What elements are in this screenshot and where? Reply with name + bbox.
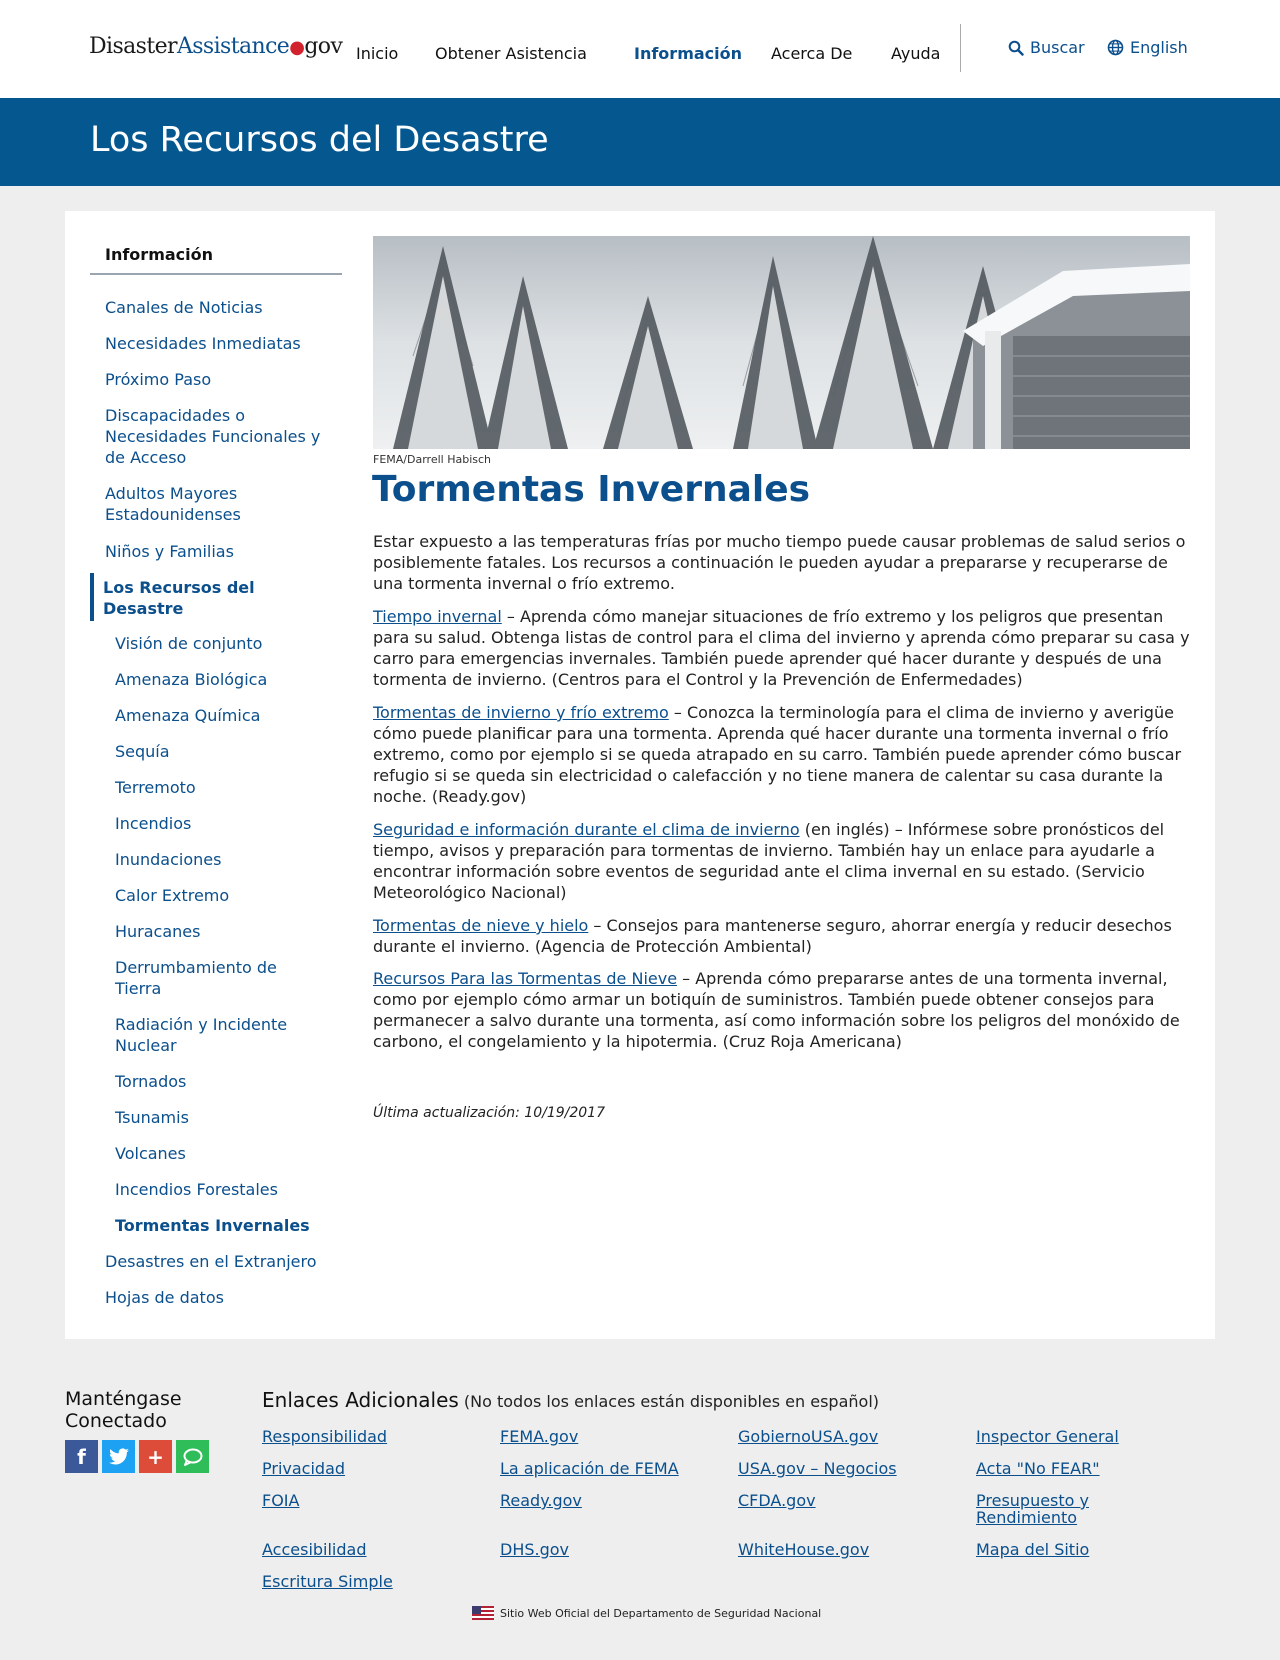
nav-obtener-asistencia[interactable]: Obtener Asistencia — [435, 44, 587, 63]
search-button[interactable]: Buscar — [1008, 38, 1085, 57]
sidebar-subitem-calor-extremo[interactable]: Calor Extremo — [115, 885, 345, 906]
logo-assistance: Assistance — [176, 34, 290, 59]
footer-link[interactable]: Accesibilidad — [262, 1541, 422, 1558]
resource-paragraph: Recursos Para las Tormentas de Nieve – A… — [373, 968, 1193, 1052]
facebook-icon[interactable]: f — [65, 1440, 98, 1473]
footer-link[interactable]: Mapa del Sitio — [976, 1541, 1136, 1558]
sidebar-subitem-tormentas-invernales[interactable]: Tormentas Invernales — [115, 1215, 345, 1236]
sidebar-item-canales-de-noticias[interactable]: Canales de Noticias — [105, 297, 335, 318]
footer-link[interactable]: FEMA.gov — [500, 1428, 660, 1445]
footer-link[interactable]: DHS.gov — [500, 1541, 660, 1558]
footer-link[interactable]: Privacidad — [262, 1460, 422, 1477]
chat-icon[interactable] — [176, 1440, 209, 1473]
footer-link[interactable]: GobiernoUSA.gov — [738, 1428, 898, 1445]
plus-icon[interactable]: + — [139, 1440, 172, 1473]
resource-paragraph: Tormentas de invierno y frío extremo – C… — [373, 702, 1193, 807]
footer-link[interactable]: Escritura Simple — [262, 1573, 422, 1590]
resource-paragraph: Tormentas de nieve y hielo – Consejos pa… — [373, 915, 1193, 957]
logo-dot: ● — [289, 37, 305, 58]
footer-link[interactable]: Ready.gov — [500, 1492, 660, 1509]
footer-links-title: Enlaces Adicionales — [262, 1388, 459, 1412]
resource-link[interactable]: Recursos Para las Tormentas de Nieve — [373, 969, 677, 988]
sidebar-item-recursos-del-desastre[interactable]: Los Recursos del Desastre — [103, 577, 333, 619]
banner-title: Los Recursos del Desastre — [90, 120, 549, 160]
resource-paragraph: Tiempo invernal – Aprenda cómo manejar s… — [373, 606, 1193, 690]
official-site-notice: Sitio Web Oficial del Departamento de Se… — [472, 1606, 821, 1620]
nav-inicio[interactable]: Inicio — [356, 44, 398, 63]
sidebar-subitem-amenaza-biologica[interactable]: Amenaza Biológica — [115, 669, 345, 690]
nav-divider — [960, 24, 961, 72]
language-toggle[interactable]: English — [1107, 38, 1188, 57]
sidebar-subitem-inundaciones[interactable]: Inundaciones — [115, 849, 345, 870]
footer-links-note: (No todos los enlaces están disponibles … — [463, 1392, 880, 1411]
sidebar-item-discapacidades[interactable]: Discapacidades o Necesidades Funcionales… — [105, 405, 335, 468]
main-card: Información Canales de Noticias Necesida… — [65, 211, 1215, 1339]
sidebar-subitem-vision-de-conjunto[interactable]: Visión de conjunto — [115, 633, 345, 654]
nav-acerca-de[interactable]: Acerca De — [771, 44, 852, 63]
sidebar-item-necesidades-inmediatas[interactable]: Necesidades Inmediatas — [105, 333, 335, 354]
sidebar-subitem-terremoto[interactable]: Terremoto — [115, 777, 345, 798]
globe-icon — [1107, 39, 1124, 56]
intro-paragraph: Estar expuesto a las temperaturas frías … — [373, 532, 1186, 593]
resource-link[interactable]: Seguridad e información durante el clima… — [373, 820, 800, 839]
site-logo[interactable]: DisasterAssistance●gov — [89, 34, 343, 59]
sidebar-subitem-derrumbamiento[interactable]: Derrumbamiento de Tierra — [115, 957, 315, 999]
image-credit: FEMA/Darrell Habisch — [373, 453, 491, 466]
footer-link[interactable]: Responsibilidad — [262, 1428, 422, 1445]
footer-link[interactable]: Presupuesto y Rendimiento — [976, 1492, 1116, 1526]
resource-link[interactable]: Tormentas de nieve y hielo — [373, 916, 588, 935]
page-title: Tormentas Invernales — [372, 469, 811, 510]
footer-connect-title: Manténgase Conectado — [65, 1388, 182, 1432]
footer-link[interactable]: CFDA.gov — [738, 1492, 898, 1509]
sidebar-subitem-incendios-forestales[interactable]: Incendios Forestales — [115, 1179, 345, 1200]
resource-paragraph: Seguridad e información durante el clima… — [373, 819, 1193, 903]
footer-link[interactable]: FOIA — [262, 1492, 422, 1509]
search-label: Buscar — [1030, 38, 1085, 57]
official-site-text: Sitio Web Oficial del Departamento de Se… — [500, 1606, 822, 1620]
resource-link[interactable]: Tiempo invernal — [373, 607, 502, 626]
sidebar-divider — [90, 273, 342, 275]
footer-link[interactable]: WhiteHouse.gov — [738, 1541, 898, 1558]
footer-link[interactable]: La aplicación de FEMA — [500, 1460, 700, 1477]
search-icon — [1008, 40, 1024, 56]
sidebar-subitem-amenaza-quimica[interactable]: Amenaza Química — [115, 705, 345, 726]
footer-link[interactable]: Inspector General — [976, 1428, 1136, 1445]
sidebar-subitem-incendios[interactable]: Incendios — [115, 813, 345, 834]
sidebar-subitem-sequia[interactable]: Sequía — [115, 741, 345, 762]
language-label: English — [1130, 38, 1188, 57]
footer-link[interactable]: USA.gov – Negocios — [738, 1460, 938, 1477]
sidebar-subitem-huracanes[interactable]: Huracanes — [115, 921, 345, 942]
footer-links-heading: Enlaces Adicionales (No todos los enlace… — [262, 1388, 879, 1412]
site-header: DisasterAssistance●gov Inicio Obtener As… — [0, 0, 1280, 98]
nav-informacion[interactable]: Información — [634, 44, 742, 63]
social-links: f + — [65, 1440, 209, 1473]
last-updated: Última actualización: 10/19/2017 — [373, 1105, 605, 1121]
sidebar-subitem-volcanes[interactable]: Volcanes — [115, 1143, 345, 1164]
hero-image — [373, 236, 1190, 449]
sidebar-item-hojas-de-datos[interactable]: Hojas de datos — [105, 1287, 335, 1308]
sidebar-item-ninos-y-familias[interactable]: Niños y Familias — [105, 541, 335, 562]
logo-gov: gov — [304, 34, 343, 59]
sidebar-subitem-radiacion[interactable]: Radiación y Incidente Nuclear — [115, 1014, 315, 1056]
resource-link[interactable]: Tormentas de invierno y frío extremo — [373, 703, 669, 722]
sidebar-subitem-tsunamis[interactable]: Tsunamis — [115, 1107, 345, 1128]
us-flag-icon — [472, 1606, 494, 1620]
sidebar-subitem-tornados[interactable]: Tornados — [115, 1071, 345, 1092]
sidebar-heading: Información — [105, 245, 214, 264]
twitter-icon[interactable] — [102, 1440, 135, 1473]
footer-link[interactable]: Acta "No FEAR" — [976, 1460, 1136, 1477]
logo-disaster: Disaster — [89, 34, 178, 59]
sidebar-item-adultos-mayores[interactable]: Adultos Mayores Estadounidenses — [105, 483, 335, 525]
sidebar-item-desastres-extranjero[interactable]: Desastres en el Extranjero — [105, 1251, 335, 1272]
page-banner: Los Recursos del Desastre — [0, 98, 1280, 186]
sidebar-active-indicator — [90, 573, 94, 621]
sidebar-item-proximo-paso[interactable]: Próximo Paso — [105, 369, 335, 390]
nav-ayuda[interactable]: Ayuda — [891, 44, 940, 63]
